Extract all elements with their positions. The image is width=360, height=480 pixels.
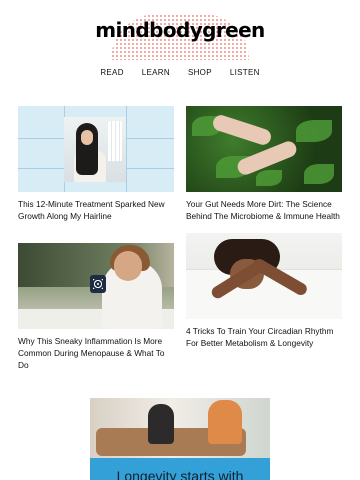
portrait-photo <box>64 117 126 182</box>
article-card[interactable]: Why This Sneaky Inflammation Is More Com… <box>18 243 174 371</box>
promo-banner[interactable]: Longevity starts with <box>90 398 270 480</box>
article-card[interactable]: Your Gut Needs More Dirt: The Science Be… <box>186 106 342 222</box>
article-title[interactable]: This 12-Minute Treatment Sparked New Gro… <box>18 198 174 222</box>
article-title[interactable]: Why This Sneaky Inflammation Is More Com… <box>18 335 174 371</box>
nav-read[interactable]: READ <box>91 66 132 79</box>
person <box>208 400 242 444</box>
nav-learn[interactable]: LEARN <box>133 66 179 79</box>
person <box>148 404 174 444</box>
nav-shop[interactable]: SHOP <box>179 66 221 79</box>
article-title[interactable]: Your Gut Needs More Dirt: The Science Be… <box>186 198 342 222</box>
article-image[interactable] <box>186 233 342 319</box>
site-logo[interactable]: mindbodygreen <box>0 8 360 64</box>
face <box>81 130 93 145</box>
face <box>114 251 142 281</box>
mug <box>90 275 106 293</box>
grid-line <box>126 106 127 192</box>
nav-listen[interactable]: LISTEN <box>221 66 269 79</box>
article-image[interactable] <box>186 106 342 192</box>
leaf <box>256 170 282 186</box>
leaf <box>296 120 332 142</box>
pillow <box>186 269 342 319</box>
article-image[interactable] <box>18 106 174 192</box>
promo-text: Longevity starts with <box>116 468 244 480</box>
article-title[interactable]: 4 Tricks To Train Your Circadian Rhythm … <box>186 325 342 349</box>
logo-wordmark: mindbodygreen <box>95 18 265 42</box>
article-card[interactable]: 4 Tricks To Train Your Circadian Rhythm … <box>186 233 342 349</box>
article-image[interactable] <box>18 243 174 329</box>
window-blinds <box>108 121 122 161</box>
leaf <box>304 164 334 184</box>
hand <box>210 113 274 147</box>
article-card[interactable]: This 12-Minute Treatment Sparked New Gro… <box>18 106 174 222</box>
main-nav: READ LEARN SHOP LISTEN <box>0 66 360 79</box>
